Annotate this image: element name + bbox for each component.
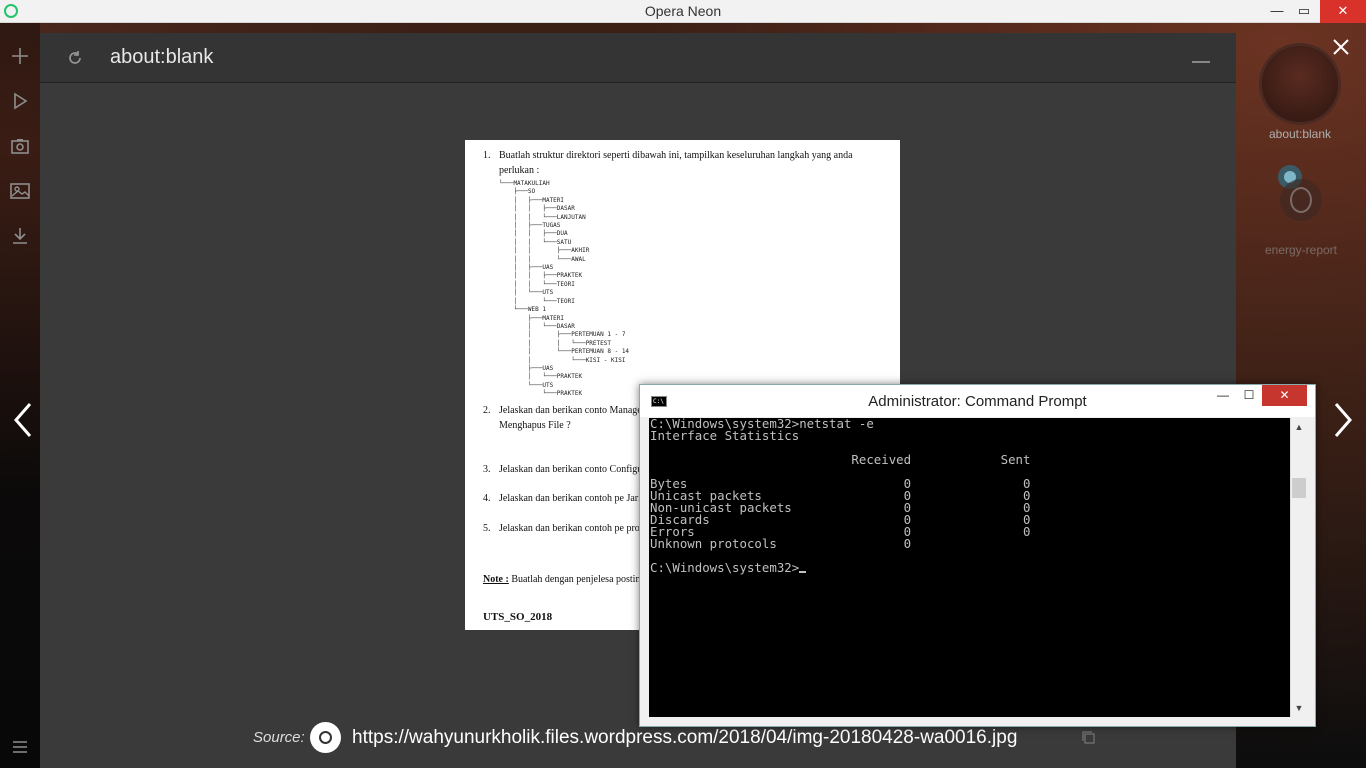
cmd-close-button[interactable]: ✕ bbox=[1262, 385, 1307, 406]
opera-icon bbox=[1280, 179, 1322, 221]
console-lines: C:\Windows\system32>netstat -e Interface… bbox=[650, 418, 1031, 575]
camera-icon[interactable] bbox=[8, 136, 32, 160]
source-logo-icon bbox=[310, 722, 341, 753]
tab-label: energy-report bbox=[1264, 243, 1338, 257]
source-url-link[interactable]: https://wahyunurkholik.files.wordpress.c… bbox=[352, 727, 1017, 749]
previous-arrow-icon[interactable] bbox=[8, 398, 38, 442]
window-title: Opera Neon bbox=[644, 3, 722, 19]
tab-label: about:blank bbox=[1268, 127, 1332, 141]
minimize-panel-icon[interactable] bbox=[1192, 61, 1210, 63]
next-arrow-icon[interactable] bbox=[1328, 398, 1358, 442]
maximize-window-button[interactable]: ▭ bbox=[1289, 0, 1319, 23]
plus-icon[interactable] bbox=[8, 46, 32, 70]
address-bar: about:blank bbox=[40, 33, 1236, 83]
uts-label: UTS_SO_2018 bbox=[483, 611, 553, 623]
minimize-window-button[interactable]: — bbox=[1262, 0, 1292, 23]
title-bar: Opera Neon — ▭ ✕ bbox=[0, 0, 1366, 23]
cmd-scrollbar[interactable]: ▲ ▼ bbox=[1290, 418, 1307, 717]
cmd-maximize-button[interactable]: ☐ bbox=[1235, 385, 1263, 406]
menu-icon[interactable] bbox=[8, 736, 32, 760]
tab-about-blank[interactable]: about:blank bbox=[1256, 43, 1344, 141]
question-number: 5. bbox=[483, 523, 491, 534]
scroll-thumb[interactable] bbox=[1292, 478, 1306, 498]
scroll-down-icon[interactable]: ▼ bbox=[1291, 700, 1307, 716]
tab-thumbnail bbox=[1259, 43, 1341, 125]
cmd-console[interactable]: C:\Windows\system32>netstat -e Interface… bbox=[649, 418, 1290, 717]
source-label: Source: bbox=[253, 729, 305, 746]
tab-energy-report[interactable]: energy-report bbox=[1256, 165, 1346, 257]
close-window-button[interactable]: ✕ bbox=[1320, 0, 1366, 23]
left-sidebar bbox=[0, 23, 40, 768]
text-cursor bbox=[799, 571, 807, 573]
cmd-title-bar[interactable]: C:\ Administrator: Command Prompt — ☐ ✕ bbox=[640, 385, 1315, 417]
question-number: 3. bbox=[483, 464, 491, 475]
question-number: 2. bbox=[483, 405, 491, 416]
question-text: Buatlah struktur direktori seperti dibaw… bbox=[499, 150, 853, 176]
download-icon[interactable] bbox=[8, 226, 32, 250]
gallery-icon[interactable] bbox=[8, 181, 32, 205]
directory-tree: └───MATAKULIAH ├───SO │ ├───MATERI │ │ ├… bbox=[499, 180, 630, 398]
cmd-minimize-button[interactable]: — bbox=[1209, 385, 1237, 406]
command-prompt-window: C:\ Administrator: Command Prompt — ☐ ✕ … bbox=[639, 384, 1316, 727]
address-text[interactable]: about:blank bbox=[110, 46, 213, 69]
copy-icon[interactable] bbox=[1081, 730, 1096, 745]
scroll-up-icon[interactable]: ▲ bbox=[1291, 419, 1307, 435]
play-icon[interactable] bbox=[8, 91, 32, 115]
console-output: C:\Windows\system32>netstat -e Interface… bbox=[650, 418, 1030, 574]
note-label: Note : bbox=[483, 574, 509, 585]
reload-icon[interactable] bbox=[66, 49, 84, 67]
question-number: 1. bbox=[483, 150, 491, 161]
question-number: 4. bbox=[483, 493, 491, 504]
